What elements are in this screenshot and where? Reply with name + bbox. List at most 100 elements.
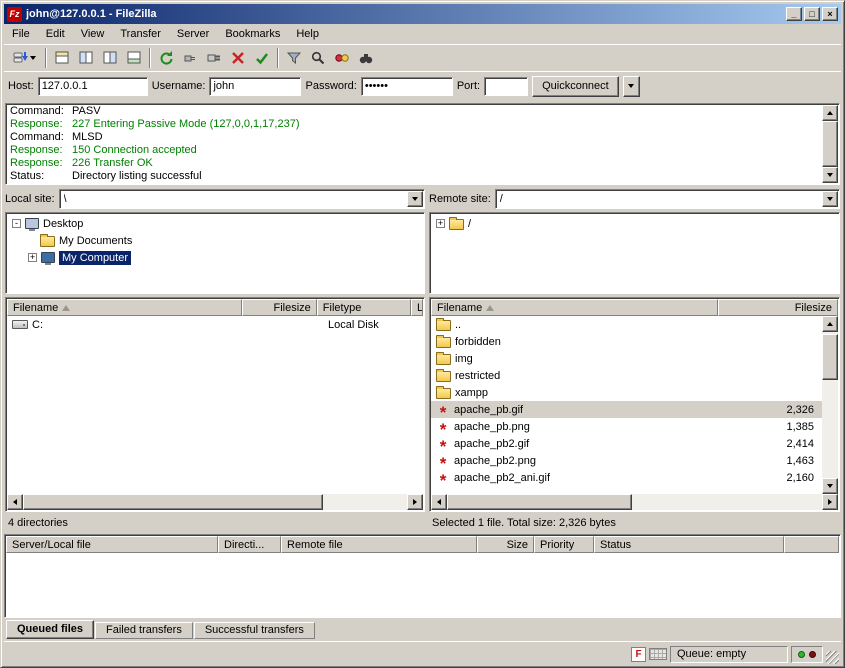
toggle-remote-tree-button[interactable]: [98, 47, 122, 70]
local-file-row[interactable]: C: Local Disk: [7, 316, 423, 333]
remote-list-body: .. forbidden img restricted xampp apache…: [431, 316, 838, 494]
find-files-button[interactable]: [354, 47, 378, 70]
site-manager-button[interactable]: [6, 47, 42, 70]
menu-bookmarks[interactable]: Bookmarks: [217, 25, 288, 43]
log-scrollbar[interactable]: [822, 105, 838, 183]
expand-icon[interactable]: +: [436, 219, 445, 228]
menu-edit[interactable]: Edit: [38, 25, 73, 43]
title-bar[interactable]: Fz john@127.0.0.1 - FileZilla _ □ ×: [4, 4, 841, 24]
sync-browse-button[interactable]: [330, 47, 354, 70]
column-header-filesize[interactable]: Filesize: [718, 299, 838, 316]
scrollbar-track[interactable]: [323, 494, 407, 510]
column-header-filetype[interactable]: Filetype: [317, 299, 411, 316]
column-header-direction[interactable]: Directi...: [218, 536, 281, 553]
remote-horizontal-scrollbar[interactable]: [431, 494, 838, 510]
expand-icon[interactable]: +: [28, 253, 37, 262]
scrollbar-thumb[interactable]: [822, 121, 838, 167]
remote-site-combobox[interactable]: [495, 189, 840, 209]
tab-successful-transfers[interactable]: Successful transfers: [194, 622, 315, 639]
apply-button[interactable]: [250, 47, 274, 70]
menu-view[interactable]: View: [73, 25, 113, 43]
remote-file-row[interactable]: forbidden: [431, 333, 822, 350]
local-horizontal-scrollbar[interactable]: [7, 494, 423, 510]
scroll-down-button[interactable]: [822, 167, 838, 183]
window-controls: _ □ ×: [786, 7, 838, 21]
scroll-up-button[interactable]: [822, 105, 838, 121]
local-site-combobox[interactable]: [59, 189, 425, 209]
tab-queued-files[interactable]: Queued files: [6, 620, 94, 639]
maximize-button[interactable]: □: [804, 7, 820, 21]
chevron-down-icon: [628, 84, 634, 88]
column-header-filler: [784, 536, 839, 553]
directory-compare-button[interactable]: [306, 47, 330, 70]
scroll-left-button[interactable]: [431, 494, 447, 510]
resize-grip[interactable]: [826, 651, 839, 664]
remote-file-row[interactable]: img: [431, 350, 822, 367]
scrollbar-track[interactable]: [822, 332, 838, 478]
menu-help[interactable]: Help: [288, 25, 327, 43]
scroll-down-button[interactable]: [822, 478, 838, 494]
column-header-status[interactable]: Status: [594, 536, 784, 553]
column-header-filename[interactable]: Filename: [7, 299, 242, 316]
tree-item-my-computer[interactable]: + My Computer: [8, 249, 422, 266]
menu-file[interactable]: File: [4, 25, 38, 43]
scrollbar-thumb[interactable]: [23, 494, 323, 510]
remote-file-row[interactable]: restricted: [431, 367, 822, 384]
remote-file-row[interactable]: xampp: [431, 384, 822, 401]
toggle-local-tree-button[interactable]: [74, 47, 98, 70]
quickconnect-dropdown-button[interactable]: [623, 76, 640, 97]
scrollbar-track[interactable]: [632, 494, 822, 510]
toggle-log-button[interactable]: [50, 47, 74, 70]
local-site-dropdown-button[interactable]: [407, 191, 423, 207]
quickconnect-button[interactable]: Quickconnect: [532, 76, 619, 97]
column-header-remote-file[interactable]: Remote file: [281, 536, 477, 553]
port-input[interactable]: [484, 77, 528, 96]
menu-transfer[interactable]: Transfer: [112, 25, 169, 43]
tree-item-desktop[interactable]: - Desktop: [8, 215, 422, 232]
remote-file-row[interactable]: apache_pb2.gif2,414: [431, 435, 822, 452]
column-header-size[interactable]: Size: [477, 536, 534, 553]
disconnect-button[interactable]: [202, 47, 226, 70]
remote-file-row[interactable]: ..: [431, 316, 822, 333]
remote-file-row[interactable]: apache_pb.png1,385: [431, 418, 822, 435]
scrollbar-thumb[interactable]: [447, 494, 632, 510]
column-header-priority[interactable]: Priority: [534, 536, 594, 553]
tab-failed-transfers[interactable]: Failed transfers: [95, 622, 193, 639]
tree-item-root[interactable]: + /: [432, 215, 837, 232]
process-queue-button[interactable]: [178, 47, 202, 70]
username-input[interactable]: [209, 77, 301, 96]
local-tree: - Desktop My Documents + My Computer: [5, 212, 425, 294]
menu-server[interactable]: Server: [169, 25, 217, 43]
filter-button[interactable]: [282, 47, 306, 70]
remote-file-row-selected[interactable]: apache_pb.gif2,326: [431, 401, 822, 418]
transfer-type-icon[interactable]: F: [631, 647, 646, 662]
local-site-input[interactable]: [61, 192, 407, 206]
scrollbar-thumb[interactable]: [822, 334, 838, 380]
encryption-indicator-icon[interactable]: [649, 648, 667, 660]
scroll-right-button[interactable]: [407, 494, 423, 510]
remote-file-row[interactable]: apache_pb2.png1,463: [431, 452, 822, 469]
refresh-button[interactable]: [154, 47, 178, 70]
host-input[interactable]: [38, 77, 148, 96]
column-header-filesize[interactable]: Filesize: [242, 299, 317, 316]
scroll-left-button[interactable]: [7, 494, 23, 510]
password-input[interactable]: [361, 77, 453, 96]
column-header-filename[interactable]: Filename: [431, 299, 718, 316]
remote-site-dropdown-button[interactable]: [822, 191, 838, 207]
tree-item-my-documents[interactable]: My Documents: [8, 232, 422, 249]
column-header-server-local-file[interactable]: Server/Local file: [6, 536, 218, 553]
cancel-button[interactable]: [226, 47, 250, 70]
minimize-button[interactable]: _: [786, 7, 802, 21]
remote-site-label: Remote site:: [429, 193, 491, 205]
remote-file-row[interactable]: apache_pb2_ani.gif2,160: [431, 469, 822, 486]
toggle-queue-button[interactable]: [122, 47, 146, 70]
remote-vertical-scrollbar[interactable]: [822, 316, 838, 494]
remote-site-input[interactable]: [497, 192, 822, 206]
log-prefix: Status:: [10, 170, 72, 183]
queue-body[interactable]: [6, 553, 839, 616]
column-header-last-modified[interactable]: L: [411, 299, 423, 316]
close-button[interactable]: ×: [822, 7, 838, 21]
scroll-up-button[interactable]: [822, 316, 838, 332]
scroll-right-button[interactable]: [822, 494, 838, 510]
collapse-icon[interactable]: -: [12, 219, 21, 228]
